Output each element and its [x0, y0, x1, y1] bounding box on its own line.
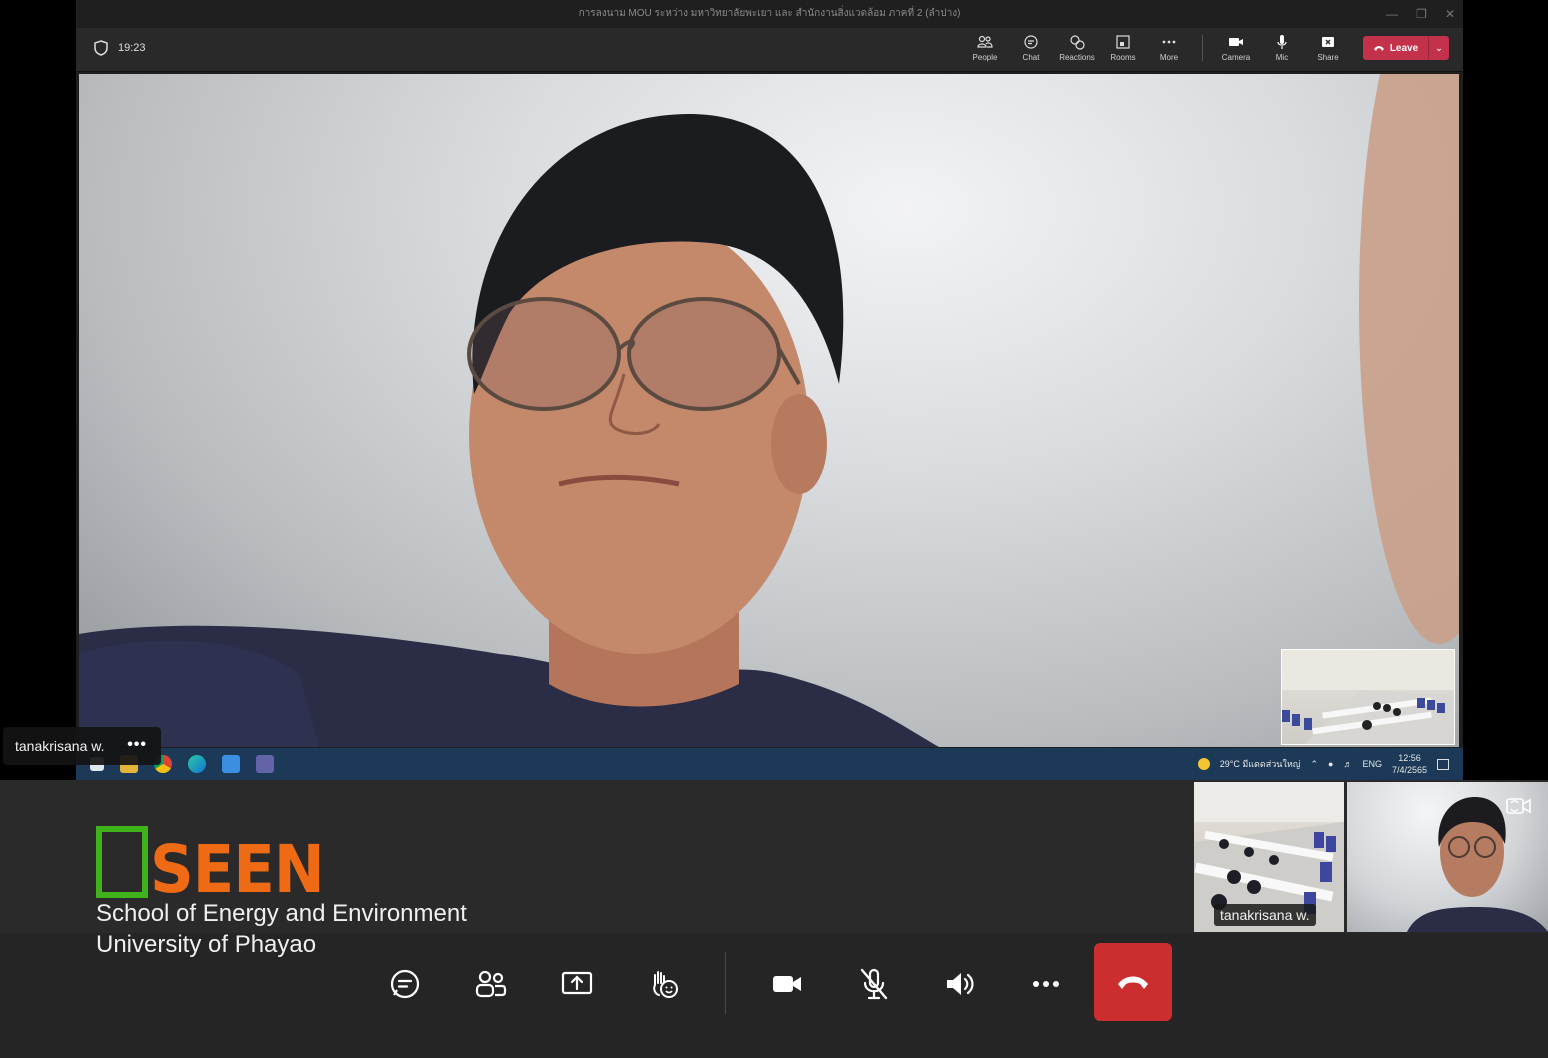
mic-off-icon: [860, 968, 888, 1000]
speaker-button[interactable]: [938, 962, 982, 1006]
edge-icon: [188, 755, 206, 773]
teams-icon: [256, 755, 274, 773]
teams-meeting-screen: การลงนาม MOU ระหว่าง มหาวิทยาลัยพะเยา แล…: [0, 0, 1548, 1058]
chat-icon: [390, 969, 420, 999]
camera-icon: [1229, 38, 1243, 46]
weather-text: 29°C มีแดดส่วนใหญ่: [1219, 759, 1301, 769]
tile-participant-name: tanakrisana w.: [1214, 904, 1316, 926]
participants-button[interactable]: [469, 962, 513, 1006]
chevron-up-icon: ⌃: [1310, 758, 1318, 769]
shared-screen: การลงนาม MOU ระหว่าง มหาวิทยาลัยพะเยา แล…: [76, 0, 1463, 780]
restore-icon: ❐: [1416, 7, 1427, 21]
shield-icon: [94, 40, 108, 56]
share-screen-button[interactable]: [555, 962, 599, 1006]
more-icon: [1162, 40, 1176, 44]
more-button: More: [1150, 34, 1188, 62]
hangup-icon: [1118, 976, 1148, 989]
seen-logo: SEEN School of Energy and Environment Un…: [96, 826, 467, 960]
share-button: Share: [1309, 34, 1347, 62]
language-indicator: ENG: [1362, 759, 1382, 769]
controls-divider: [725, 952, 726, 1014]
chat-button: Chat: [1012, 34, 1050, 62]
remote-taskbar: 29°C มีแดดส่วนใหญ่ ⌃ ● ♬ ENG 12:56 7/4/2…: [76, 748, 1463, 780]
people-icon: [475, 970, 507, 998]
reactions-button: Reactions: [1058, 34, 1096, 62]
window-controls: — ❐ ✕: [1386, 0, 1455, 28]
logo-brand-text: SEEN: [150, 831, 325, 908]
chevron-down-icon: ⌄: [1435, 42, 1443, 53]
speaker-tray-icon: ♬: [1343, 759, 1353, 769]
logo-green-box: [96, 826, 148, 898]
camera-icon: [773, 976, 801, 992]
meeting-timer: 19:23: [118, 42, 146, 54]
participant-video: [79, 74, 1459, 747]
window-title: การลงนาม MOU ระหว่าง มหาวิทยาลัยพะเยา แล…: [76, 0, 1463, 28]
camera-toggle-button[interactable]: [765, 962, 809, 1006]
share-icon: [1322, 37, 1334, 47]
mic-icon: [1277, 35, 1287, 49]
close-icon: ✕: [1444, 7, 1455, 21]
leave-call-button[interactable]: [1094, 943, 1172, 1021]
participant-tile-room[interactable]: tanakrisana w.: [1194, 782, 1344, 932]
chat-button[interactable]: [383, 962, 427, 1006]
rooms-button: Rooms: [1104, 34, 1142, 62]
people-button: People: [966, 34, 1004, 62]
remote-room-thumbnail: [1281, 649, 1455, 745]
mic-toggle-button[interactable]: [852, 962, 896, 1006]
more-icon: [1033, 981, 1059, 987]
remote-meeting-toolbar: 19:23 People Chat Reactions Rooms More C…: [76, 28, 1463, 72]
reactions-icon: [1070, 35, 1085, 50]
camera-button: Camera: [1217, 34, 1255, 62]
photos-icon: [222, 755, 240, 773]
mic-tray-icon: ●: [1328, 759, 1334, 769]
system-clock: 12:56 7/4/2565: [1391, 753, 1427, 775]
rooms-icon: [1116, 35, 1130, 49]
main-participant-name-tag[interactable]: tanakrisana w. •••: [3, 727, 161, 765]
phone-hangup-icon: [1373, 46, 1384, 51]
logo-university-name: University of Phayao: [96, 931, 317, 958]
notification-icon: [1437, 758, 1449, 770]
people-icon: [977, 35, 993, 48]
weather-icon: [1197, 758, 1210, 770]
speaker-icon: [947, 973, 974, 995]
more-options-icon[interactable]: •••: [127, 736, 147, 754]
leave-button: Leave ⌄: [1363, 36, 1449, 60]
minimize-icon: —: [1386, 7, 1399, 21]
share-screen-icon: [561, 971, 593, 995]
raise-hand-icon: [653, 971, 678, 998]
main-video-feed: [79, 74, 1459, 747]
chat-icon: [1024, 35, 1038, 49]
reactions-button[interactable]: [642, 962, 686, 1006]
mic-button: Mic: [1263, 34, 1301, 62]
participant-name: tanakrisana w.: [15, 738, 105, 754]
switch-camera-icon[interactable]: [1506, 794, 1532, 818]
more-actions-button[interactable]: [1024, 962, 1068, 1006]
self-view-tile[interactable]: [1347, 782, 1548, 932]
